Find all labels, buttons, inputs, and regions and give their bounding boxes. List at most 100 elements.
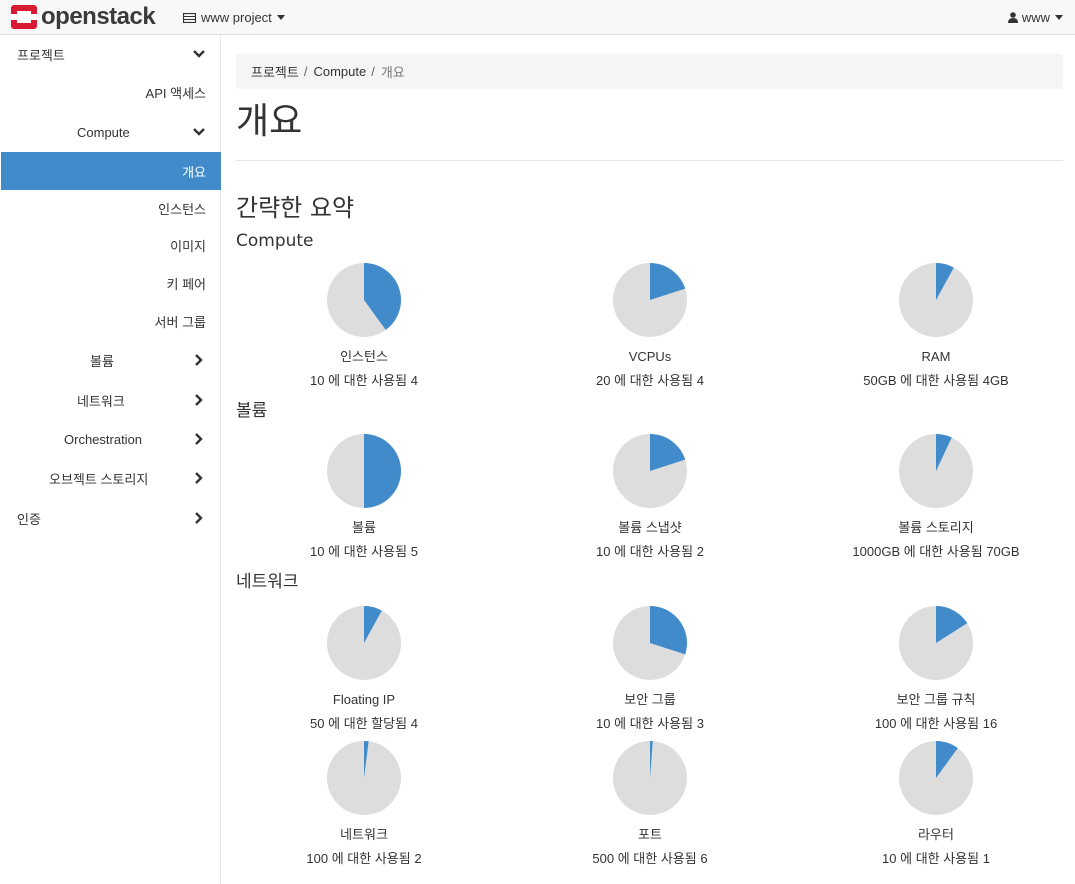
sidebar-item-instances[interactable]: 인스턴스	[0, 189, 221, 227]
sidebar-item-overview[interactable]: 개요	[1, 152, 221, 190]
chevron-down-icon	[193, 113, 205, 151]
breadcrumb-separator: /	[371, 64, 375, 79]
quota-chart: 인스턴스 10 에 대한 사용됨 4	[221, 262, 507, 389]
quota-usage: 10 에 대한 사용됨 3	[596, 716, 704, 731]
breadcrumb-item-project[interactable]: 프로젝트	[251, 62, 299, 81]
sidebar-item-label: 네트워크	[77, 393, 125, 409]
quota-name: 보안 그룹	[624, 692, 676, 707]
sidebar-item-label: 오브젝트 스토리지	[49, 471, 149, 487]
quota-chart: VCPUs 20 에 대한 사용됨 4	[507, 262, 793, 389]
group-title-compute: Compute	[236, 231, 314, 251]
project-selector-label: www project	[201, 10, 272, 25]
sidebar-item-label: 인스턴스	[158, 201, 206, 217]
quota-usage: 10 에 대한 사용됨 2	[596, 544, 704, 559]
sidebar-item-orchestration[interactable]: Orchestration	[0, 420, 221, 458]
chevron-right-icon	[193, 420, 205, 458]
breadcrumb-item-current: 개요	[380, 65, 405, 80]
quota-pie	[899, 741, 973, 815]
breadcrumb-separator: /	[303, 64, 308, 79]
quota-chart: 볼륨 스냅샷 10 에 대한 사용됨 2	[507, 433, 793, 560]
chevron-right-icon	[193, 499, 205, 537]
quota-pie	[613, 606, 687, 680]
chevron-right-icon	[193, 459, 205, 497]
quota-name: 포트	[638, 827, 662, 842]
group-title-network: 네트워크	[236, 572, 299, 592]
pie-used-slice	[364, 434, 401, 508]
quota-usage: 10 에 대한 사용됨 1	[882, 851, 990, 866]
sidebar-item-project[interactable]: 프로젝트	[0, 35, 221, 73]
breadcrumb-item-compute[interactable]: Compute	[313, 64, 366, 79]
sidebar-item-label: 서버 그룹	[154, 314, 206, 330]
quota-name: 볼륨	[352, 520, 376, 535]
group-title-volume: 볼륨	[236, 401, 268, 421]
quota-usage: 100 에 대한 사용됨 2	[306, 851, 422, 866]
chevron-right-icon	[193, 341, 205, 379]
caret-down-icon	[276, 15, 285, 20]
brand-text: openstack	[41, 3, 156, 30]
quota-name: 라우터	[918, 827, 954, 842]
page-title: 개요	[236, 101, 303, 142]
quota-usage: 10 에 대한 사용됨 5	[310, 544, 418, 559]
quota-pie	[899, 606, 973, 680]
sidebar-item-api-access[interactable]: API 액세스	[0, 73, 221, 111]
sidebar-item-label: 개요	[182, 164, 206, 180]
sidebar-item-volumes[interactable]: 볼륨	[0, 341, 221, 379]
quota-pie	[613, 741, 687, 815]
quota-pie	[327, 263, 401, 337]
sidebar: 프로젝트 API 액세스 Compute 개요 인스턴스 이미지 키 페어 서버…	[0, 35, 221, 884]
quota-name: VCPUs	[628, 349, 672, 364]
quota-pie	[613, 263, 687, 337]
sidebar-item-label: 이미지	[170, 238, 206, 254]
quota-name: 보안 그룹 규칙	[896, 692, 976, 707]
caret-down-icon	[1055, 15, 1063, 20]
sidebar-item-label: 키 페어	[166, 276, 207, 292]
quota-chart: RAM 50GB 에 대한 사용됨 4GB	[793, 262, 1075, 389]
sidebar-item-label: API 액세스	[145, 85, 206, 101]
breadcrumb: 프로젝트 / Compute / 개요	[236, 54, 1063, 89]
quota-pie	[613, 434, 687, 508]
quota-usage: 50GB 에 대한 사용됨 4GB	[863, 373, 1009, 388]
sidebar-item-label: 인증	[17, 511, 41, 527]
sidebar-item-compute[interactable]: Compute	[0, 113, 221, 151]
title-divider	[236, 160, 1063, 161]
sidebar-item-object-storage[interactable]: 오브젝트 스토리지	[0, 459, 221, 497]
quota-usage: 20 에 대한 사용됨 4	[596, 373, 704, 388]
chevron-down-icon	[193, 35, 205, 73]
quota-chart: 보안 그룹 10 에 대한 사용됨 3	[507, 605, 793, 732]
sidebar-item-images[interactable]: 이미지	[0, 226, 221, 264]
quota-usage: 10 에 대한 사용됨 4	[310, 373, 418, 388]
quota-pie	[327, 741, 401, 815]
quota-name: 인스턴스	[340, 349, 388, 364]
quota-usage: 1000GB 에 대한 사용됨 70GB	[852, 544, 1020, 559]
quota-chart: 보안 그룹 규칙 100 에 대한 사용됨 16	[793, 605, 1075, 732]
openstack-logo-icon	[11, 5, 37, 29]
quota-chart: 볼륨 스토리지 1000GB 에 대한 사용됨 70GB	[793, 433, 1075, 560]
quota-chart: 네트워크 100 에 대한 사용됨 2	[221, 740, 507, 867]
quota-pie	[899, 263, 973, 337]
quota-usage: 100 에 대한 사용됨 16	[874, 716, 998, 731]
chevron-right-icon	[193, 381, 205, 419]
quota-name: 볼륨 스냅샷	[618, 520, 682, 535]
project-selector[interactable]: www project	[183, 0, 285, 35]
user-menu[interactable]: www	[1007, 0, 1063, 35]
openstack-logo[interactable]: openstack	[11, 3, 156, 30]
quota-name: 네트워크	[340, 827, 388, 842]
top-navbar: openstack www project www	[0, 0, 1075, 35]
user-menu-label: www	[1021, 10, 1050, 25]
quota-chart: 라우터 10 에 대한 사용됨 1	[793, 740, 1075, 867]
sidebar-item-server-groups[interactable]: 서버 그룹	[0, 302, 221, 340]
quota-name: 볼륨 스토리지	[898, 520, 974, 535]
quota-chart: 볼륨 10 에 대한 사용됨 5	[221, 433, 507, 560]
server-icon	[183, 12, 196, 23]
quota-pie	[899, 434, 973, 508]
sidebar-item-network[interactable]: 네트워크	[0, 381, 221, 419]
sidebar-item-identity[interactable]: 인증	[0, 499, 221, 537]
quota-usage: 500 에 대한 사용됨 6	[592, 851, 708, 866]
sidebar-item-label: Orchestration	[64, 431, 143, 447]
quota-name: RAM	[921, 349, 951, 364]
quota-usage: 50 에 대한 할당됨 4	[310, 716, 418, 731]
sidebar-item-key-pairs[interactable]: 키 페어	[0, 264, 221, 302]
sidebar-item-label: Compute	[77, 124, 130, 140]
quota-pie	[327, 434, 401, 508]
section-title: 간략한 요약	[236, 194, 355, 222]
